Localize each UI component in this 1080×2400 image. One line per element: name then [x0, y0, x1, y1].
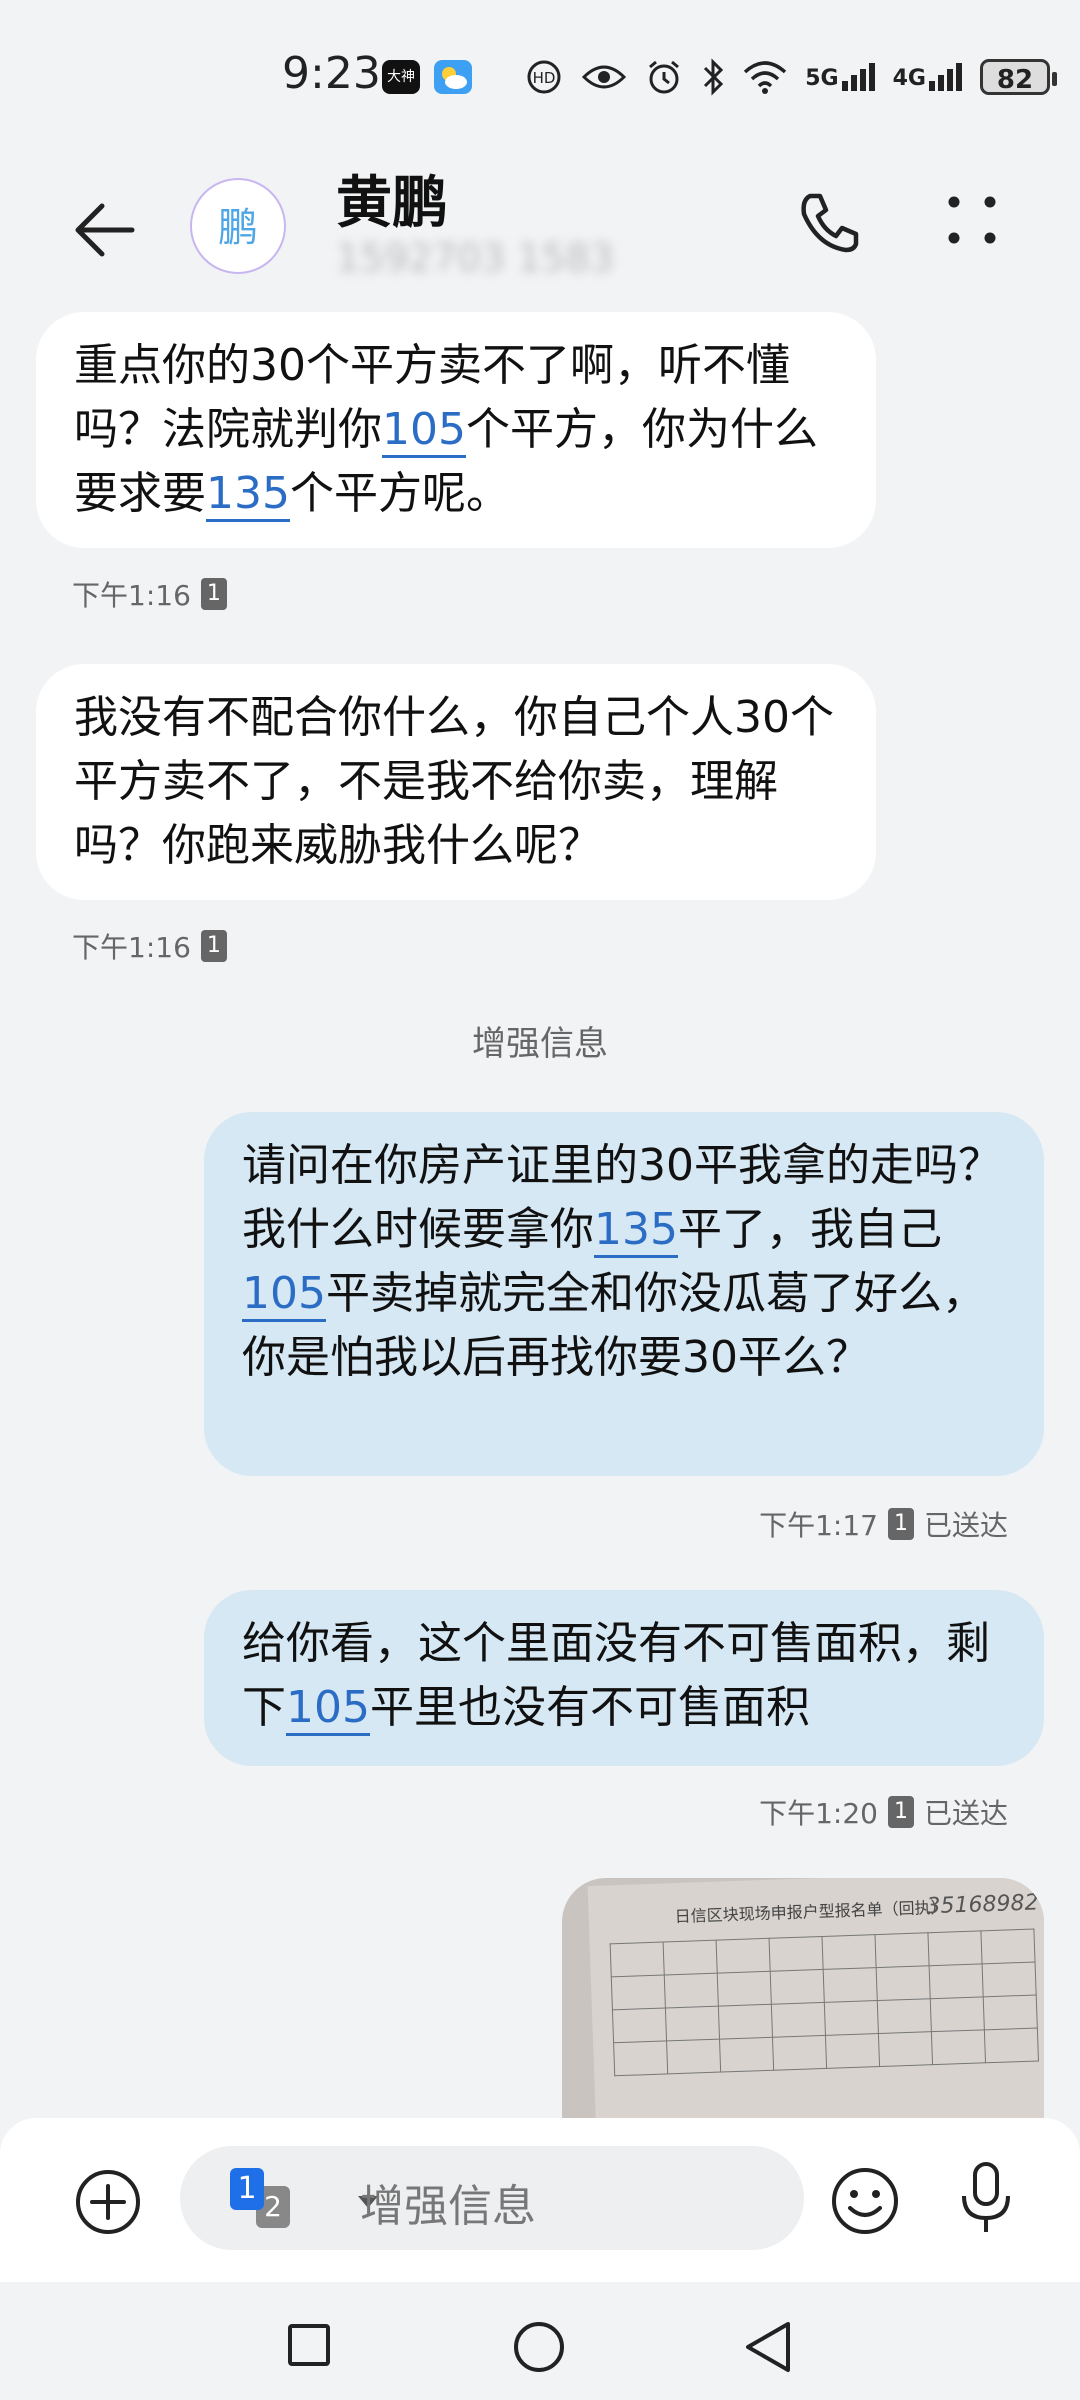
photo-handwritten-number: 35168982	[926, 1890, 1039, 1920]
message-meta: 下午1:16 1	[72, 574, 227, 614]
home-button[interactable]	[512, 2320, 566, 2378]
image-attachment[interactable]: 日信区块现场申报户型报名单（回执） 35168982	[562, 1878, 1044, 2118]
wifi-icon	[744, 61, 787, 94]
contact-name[interactable]: 黄鹏	[336, 158, 448, 239]
message-text: 个平方呢。	[289, 468, 510, 519]
square-icon	[288, 2324, 330, 2366]
message-text: 我没有不配合你什么，你自己个人30个平方卖不了，不是我不给你卖，理解吗？你跑来威…	[74, 692, 834, 871]
message-time: 下午1:16	[72, 931, 191, 964]
plus-circle-icon	[76, 2170, 140, 2234]
message-time: 下午1:17	[759, 1509, 878, 1542]
message-input[interactable]: 2 1 增强信息	[180, 2146, 804, 2250]
number-link[interactable]: 105	[286, 1682, 370, 1736]
phone-icon	[801, 193, 859, 253]
bluetooth-icon	[704, 58, 724, 96]
add-attachment-button[interactable]	[74, 2168, 142, 2240]
message-time: 下午1:20	[759, 1797, 878, 1830]
back-button[interactable]	[72, 200, 136, 264]
weather-icon	[434, 60, 472, 94]
sim-icon: 1	[887, 1508, 914, 1540]
contact-number: 1592703 1583	[336, 236, 615, 280]
sim-icon: 1	[887, 1796, 914, 1828]
number-link[interactable]: 105	[242, 1268, 326, 1322]
status-icons: HD 5G 4G 82	[525, 52, 1057, 102]
sim-1-icon: 1	[230, 2168, 264, 2210]
message-time: 下午1:16	[72, 579, 191, 612]
emoji-button[interactable]	[830, 2166, 900, 2240]
svg-text:HD: HD	[533, 69, 556, 87]
message-text: 平里也没有不可售面积	[369, 1682, 810, 1733]
number-link[interactable]: 135	[594, 1204, 678, 1258]
avatar[interactable]: 鹏	[190, 178, 286, 274]
photo-document-title: 日信区块现场申报户型报名单（回执）	[674, 1897, 947, 1927]
message-text: 平了，我自己	[677, 1204, 942, 1255]
enhanced-info-label: 增强信息	[472, 1024, 608, 1064]
message-meta: 下午1:16 1	[72, 926, 227, 966]
arrow-left-icon	[75, 203, 135, 257]
delivery-status: 已送达	[923, 1509, 1008, 1542]
signal-5g-icon: 5G	[805, 63, 875, 91]
call-button[interactable]	[796, 190, 862, 260]
signal-4g-icon: 4G	[893, 63, 962, 91]
app-notification-icon: 大神	[382, 60, 420, 94]
number-link[interactable]: 105	[382, 404, 466, 458]
smiley-icon	[832, 2168, 898, 2234]
sim-selector[interactable]: 2 1	[230, 2168, 378, 2228]
alarm-icon	[649, 60, 680, 94]
message-bubble-outgoing[interactable]: 请问在你房产证里的30平我拿的走吗？我什么时候要拿你135平了，我自己105平卖…	[204, 1112, 1044, 1476]
system-back-button[interactable]	[742, 2320, 794, 2378]
sim-icon: 1	[200, 578, 227, 610]
conversation-header: 鹏 黄鹏 1592703 1583	[0, 140, 1080, 300]
sim-icon: 1	[200, 930, 227, 962]
status-time: 9:23	[282, 48, 381, 99]
recents-button[interactable]	[286, 2322, 332, 2372]
triangle-back-icon	[746, 2322, 790, 2372]
message-meta: 下午1:17 1 已送达	[759, 1504, 1008, 1544]
microphone-icon	[962, 2162, 1010, 2232]
more-dots-icon	[948, 196, 996, 244]
message-composer: 2 1 增强信息	[0, 2118, 1080, 2282]
document-photo: 日信区块现场申报户型报名单（回执） 35168982	[587, 1878, 1044, 2118]
number-link[interactable]: 135	[206, 468, 290, 522]
status-bar: 9:23 大神 HD 5G 4G 82	[0, 0, 1080, 140]
message-meta: 下午1:20 1 已送达	[759, 1792, 1008, 1832]
message-bubble-outgoing[interactable]: 给你看，这个里面没有不可售面积，剩下105平里也没有不可售面积	[204, 1590, 1044, 1766]
system-navigation-bar	[0, 2282, 1080, 2400]
more-button[interactable]	[944, 192, 1000, 252]
message-input-placeholder: 增强信息	[360, 2181, 536, 2232]
message-bubble-incoming[interactable]: 我没有不配合你什么，你自己个人30个平方卖不了，不是我不给你卖，理解吗？你跑来威…	[36, 664, 876, 900]
battery-icon: 82	[980, 59, 1057, 95]
message-text: 平卖掉就完全和你没瓜葛了好么，你是怕我以后再找你要30平么？	[242, 1268, 986, 1383]
voice-input-button[interactable]	[958, 2160, 1014, 2240]
delivery-status: 已送达	[923, 1797, 1008, 1830]
hd-call-icon: HD	[527, 60, 561, 94]
message-bubble-incoming[interactable]: 重点你的30个平方卖不了啊，听不懂吗？法院就判你105个平方，你为什么要求要13…	[36, 312, 876, 548]
eye-icon	[582, 65, 627, 89]
photo-form-table	[610, 1929, 1039, 2077]
circle-icon	[514, 2322, 564, 2372]
